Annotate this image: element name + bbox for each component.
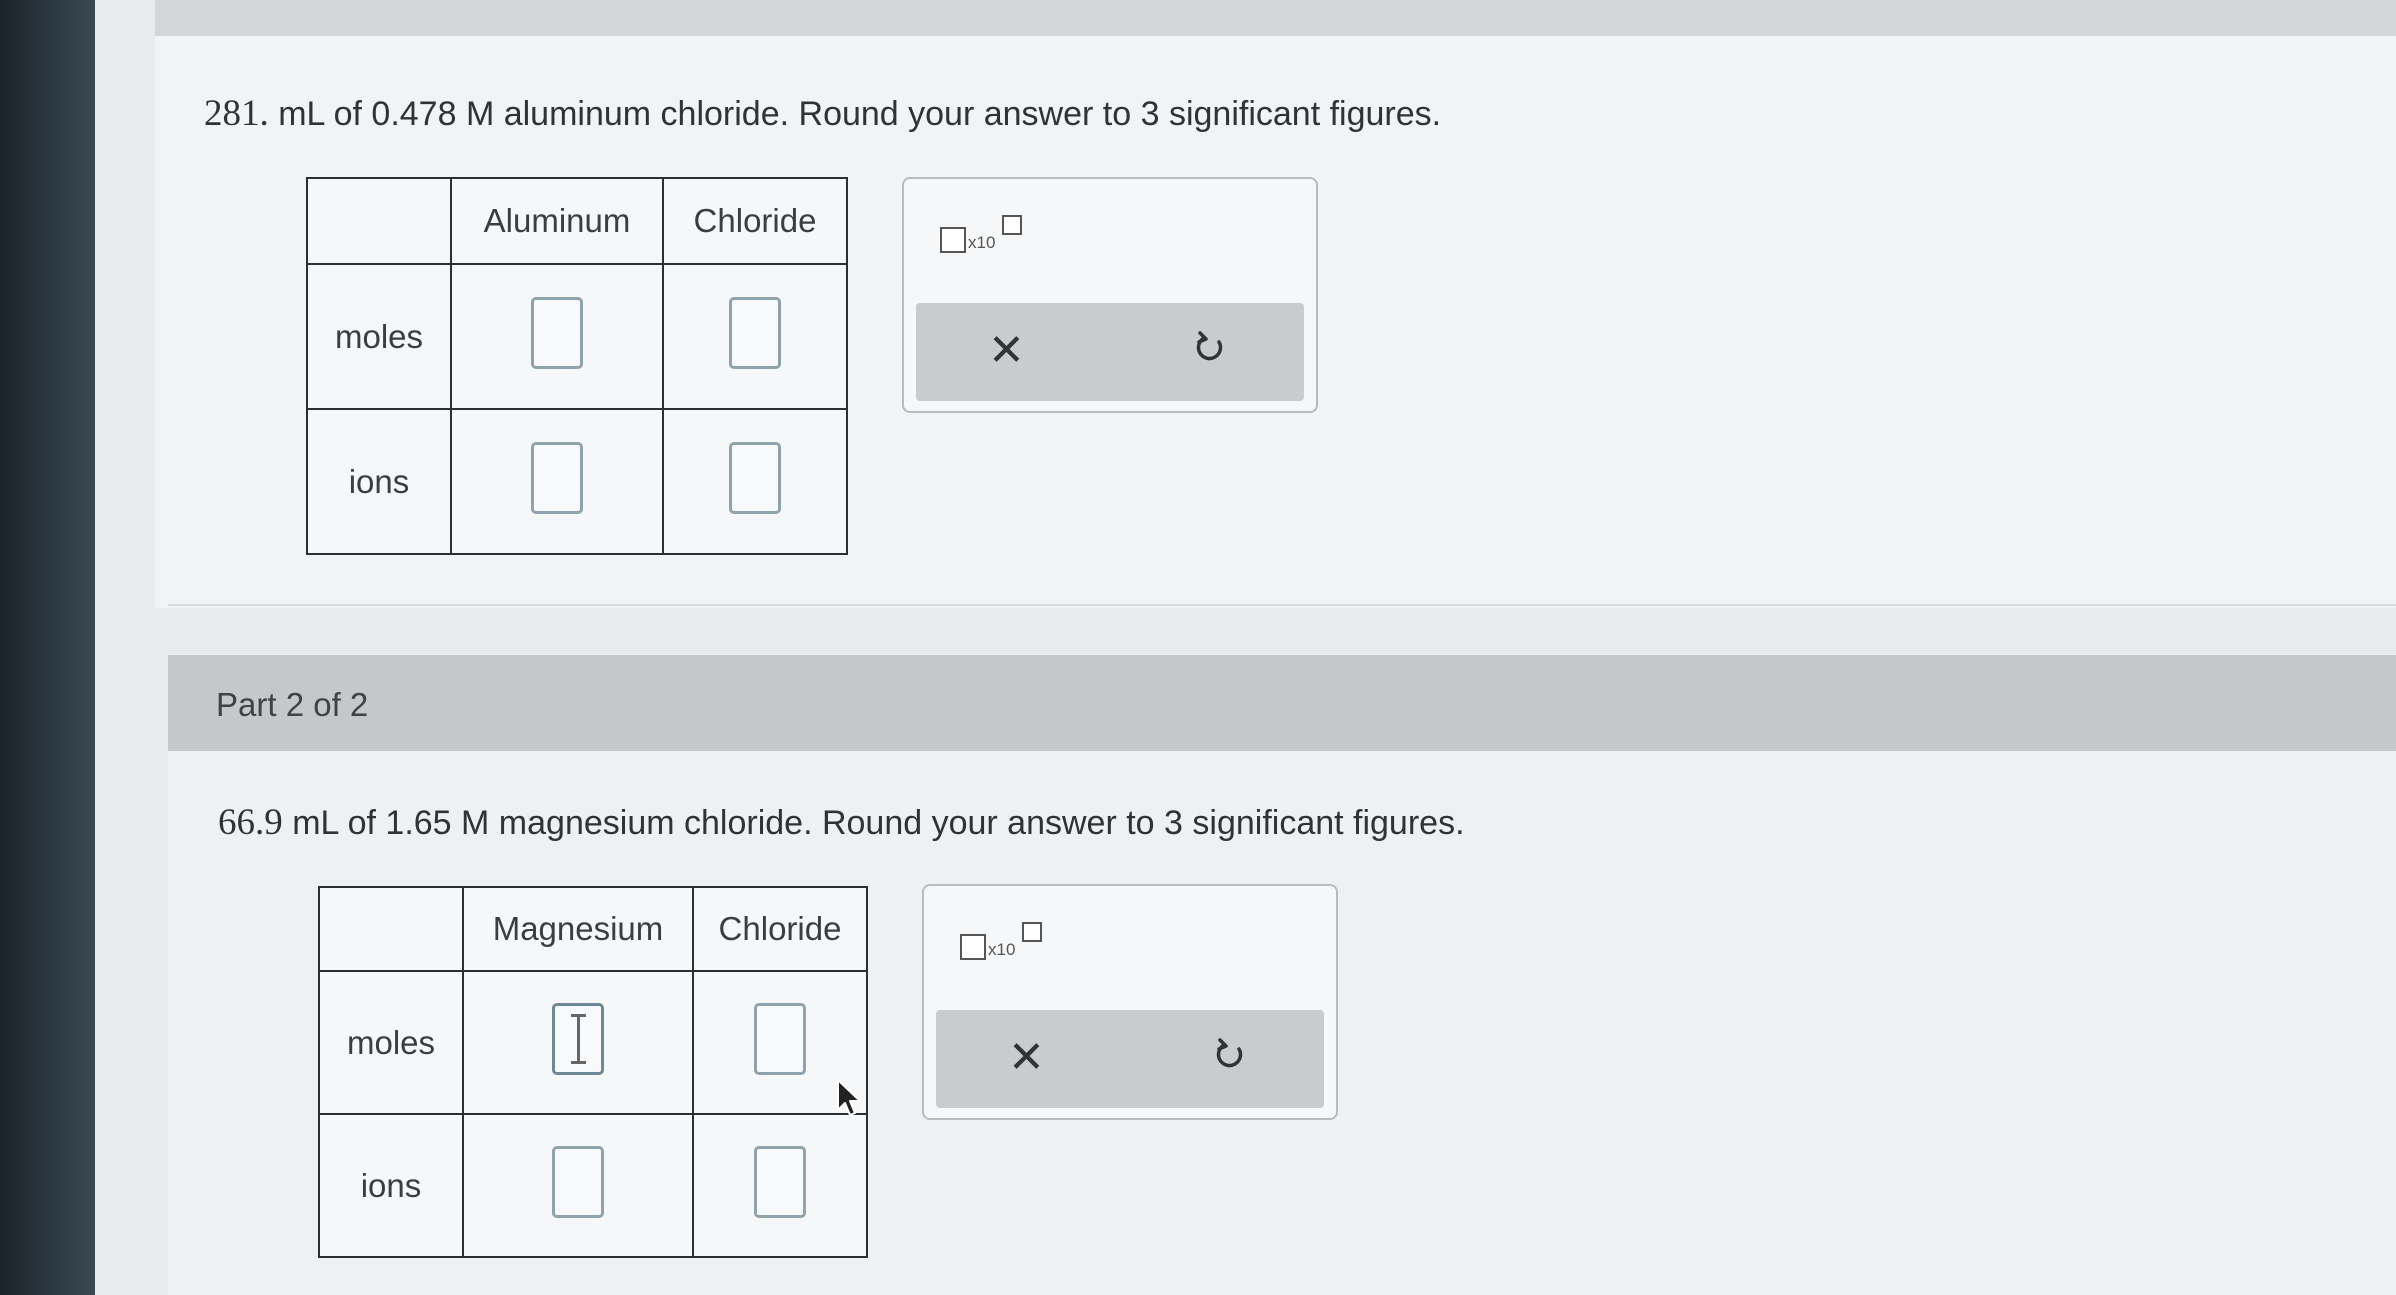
part1-answer-table: Aluminum Chloride moles ions bbox=[306, 177, 848, 555]
cell-magnesium-moles bbox=[462, 970, 694, 1115]
row-header-moles: moles bbox=[306, 263, 452, 410]
mantissa-box bbox=[940, 227, 966, 253]
cell-chloride-ions bbox=[662, 408, 848, 555]
close-icon[interactable]: ✕ bbox=[988, 325, 1025, 376]
magnesium-ions-input[interactable] bbox=[552, 1145, 604, 1218]
cell-chloride-moles bbox=[662, 263, 848, 410]
part2-question: 66.9 mL of 1.65 M magnesium chloride. Ro… bbox=[218, 801, 1465, 844]
multiplier-label: x10 bbox=[988, 940, 1016, 959]
aluminum-moles-input[interactable] bbox=[531, 296, 583, 369]
mouse-pointer-icon bbox=[837, 1079, 861, 1116]
part2-question-text: mL of 1.65 M magnesium chloride. Round y… bbox=[292, 804, 1465, 842]
part2-action-bar: ✕ bbox=[936, 1010, 1324, 1108]
part1-question-number: 281. bbox=[204, 93, 269, 134]
magnesium-moles-input[interactable] bbox=[552, 1002, 604, 1075]
close-icon[interactable]: ✕ bbox=[1008, 1032, 1045, 1083]
column-header-chloride: Chloride bbox=[692, 886, 868, 972]
text-cursor-icon bbox=[571, 1013, 586, 1064]
column-header-magnesium: Magnesium bbox=[462, 886, 694, 972]
cell-magnesium-ions bbox=[462, 1113, 694, 1258]
chloride-moles-input[interactable] bbox=[754, 1002, 806, 1075]
chloride-moles-input[interactable] bbox=[729, 296, 781, 369]
cell-aluminum-moles bbox=[450, 263, 664, 410]
column-header-aluminum: Aluminum bbox=[450, 177, 664, 265]
scientific-notation-icon[interactable]: x10 bbox=[960, 922, 1050, 962]
part2-question-number: 66.9 bbox=[218, 802, 283, 843]
exponent-box bbox=[1002, 215, 1022, 235]
column-header-chloride: Chloride bbox=[662, 177, 848, 265]
cell-chloride-ions bbox=[692, 1113, 868, 1258]
top-strip bbox=[155, 0, 2396, 36]
monitor-bezel bbox=[0, 0, 95, 1295]
undo-icon[interactable] bbox=[1192, 329, 1228, 365]
chloride-ions-input[interactable] bbox=[754, 1145, 806, 1218]
row-header-ions: ions bbox=[306, 408, 452, 555]
part1-action-bar: ✕ bbox=[916, 303, 1304, 401]
row-header-moles: moles bbox=[318, 970, 464, 1115]
table-corner bbox=[306, 177, 452, 265]
chloride-ions-input[interactable] bbox=[729, 441, 781, 514]
exponent-box bbox=[1022, 922, 1042, 942]
table-corner bbox=[318, 886, 464, 972]
scientific-notation-icon[interactable]: x10 bbox=[940, 215, 1030, 255]
undo-icon[interactable] bbox=[1212, 1036, 1248, 1072]
part1-tool-palette: x10 ✕ bbox=[902, 177, 1318, 413]
part1-question-text: mL of 0.478 M aluminum chloride. Round y… bbox=[278, 95, 1442, 133]
mantissa-box bbox=[960, 934, 986, 960]
aluminum-ions-input[interactable] bbox=[531, 441, 583, 514]
part2-answer-table: Magnesium Chloride moles ions bbox=[318, 886, 868, 1258]
part1-question: 281. mL of 0.478 M aluminum chloride. Ro… bbox=[204, 92, 1441, 135]
divider bbox=[168, 604, 2396, 606]
part2-label: Part 2 of 2 bbox=[216, 686, 369, 723]
row-header-ions: ions bbox=[318, 1113, 464, 1258]
cell-aluminum-ions bbox=[450, 408, 664, 555]
multiplier-label: x10 bbox=[968, 233, 996, 252]
part2-header-bar bbox=[168, 655, 2396, 751]
part2-tool-palette: x10 ✕ bbox=[922, 884, 1338, 1120]
